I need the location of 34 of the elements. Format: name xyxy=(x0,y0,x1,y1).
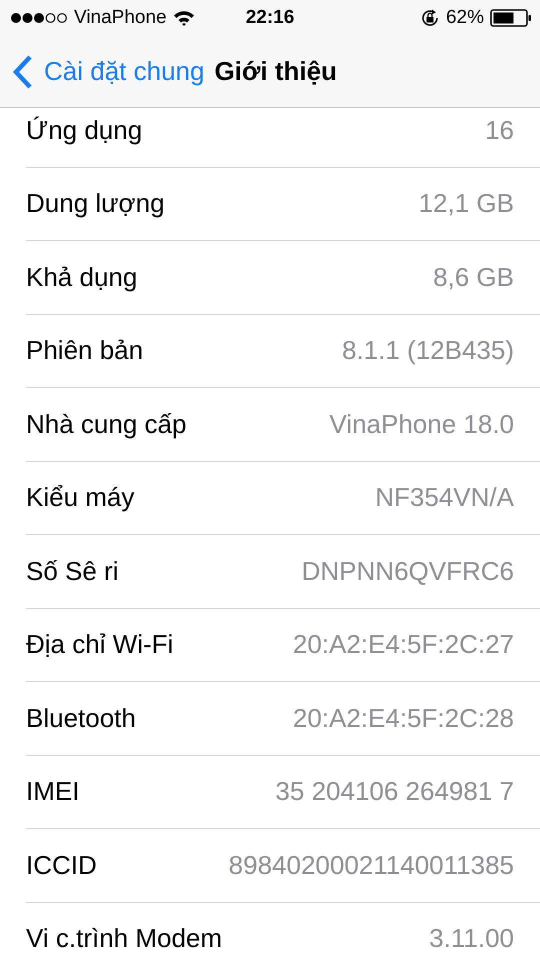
row-label: Khả dụng xyxy=(26,262,138,293)
row-label: Vi c.trình Modem xyxy=(26,923,222,954)
row-value: 20:A2:E4:5F:2C:28 xyxy=(292,702,514,734)
row-label: Bluetooth xyxy=(26,702,136,734)
row-label: ICCID xyxy=(26,850,97,881)
row-value: 3.11.00 xyxy=(429,923,514,954)
wifi-icon xyxy=(172,10,195,26)
row-value: 8.1.1 (12B435) xyxy=(342,335,514,366)
row-label: Phiên bản xyxy=(26,335,144,366)
row-value: 8,6 GB xyxy=(433,262,514,293)
battery-percent: 62% xyxy=(446,7,484,29)
row-label: Địa chỉ Wi-Fi xyxy=(26,629,174,660)
battery-icon xyxy=(490,9,532,27)
row-label: Nhà cung cấp xyxy=(26,408,186,440)
row-label: Dung lượng xyxy=(26,188,165,220)
rotation-lock-icon xyxy=(420,8,440,28)
row-label: Số Sê ri xyxy=(26,556,118,587)
row-value: NF354VN/A xyxy=(375,482,514,514)
row-value: 20:A2:E4:5F:2C:27 xyxy=(292,629,514,660)
row-value: 16 xyxy=(485,114,514,146)
row-value: 35 204106 264981 7 xyxy=(275,776,514,808)
carrier-name: VinaPhone xyxy=(74,7,167,29)
row-label: Ứng dụng xyxy=(26,114,142,146)
row-value: VinaPhone 18.0 xyxy=(329,408,514,440)
row-value: DNPNN6QVFRC6 xyxy=(302,556,514,587)
row-label: Kiểu máy xyxy=(26,482,134,514)
row-value: 12,1 GB xyxy=(418,188,514,220)
back-button[interactable]: Cài đặt chung xyxy=(12,54,204,90)
page-title: Giới thiệu xyxy=(214,56,337,87)
back-chevron-icon xyxy=(12,54,34,90)
row-value: 89840200021140011385 xyxy=(228,850,514,881)
clock-time: 22:16 xyxy=(246,7,294,29)
signal-icon xyxy=(10,12,68,24)
row-label: IMEI xyxy=(26,776,80,808)
